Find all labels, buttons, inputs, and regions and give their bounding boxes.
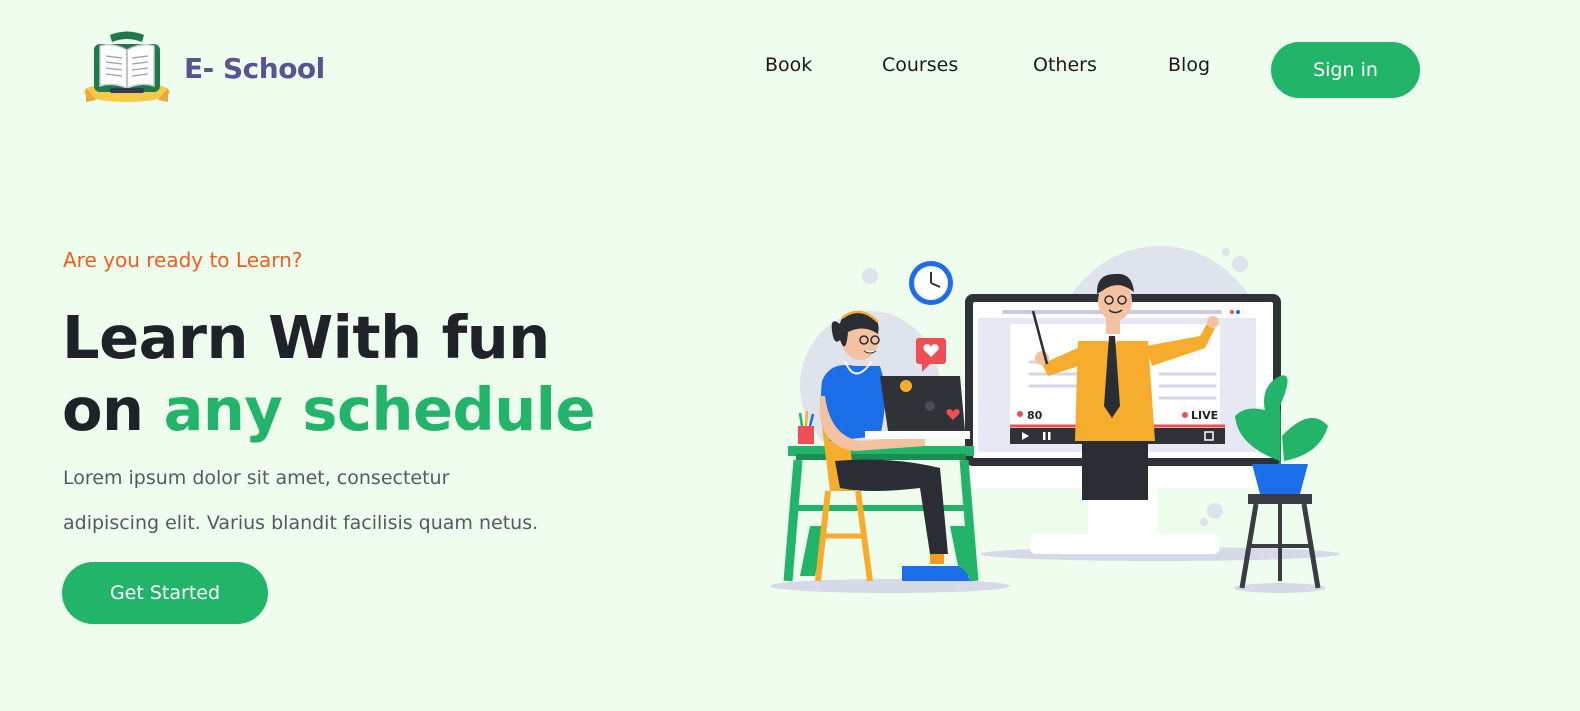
live-badge: LIVE <box>1191 409 1218 422</box>
sign-in-button[interactable]: Sign in <box>1271 42 1420 98</box>
description-line-2: adipiscing elit. Varius blandit facilisi… <box>63 512 539 534</box>
headline-line-1: Learn With fun <box>62 303 550 372</box>
get-started-button[interactable]: Get Started <box>62 562 268 624</box>
nav-link-others[interactable]: Others <box>1033 54 1097 76</box>
nav-link-blog[interactable]: Blog <box>1168 54 1210 76</box>
viewer-count: 80 <box>1027 409 1043 422</box>
headline-on: on <box>62 375 164 444</box>
nav-link-courses[interactable]: Courses <box>882 54 958 76</box>
clock-icon <box>909 261 953 305</box>
description-line-1: Lorem ipsum dolor sit amet, consectetur <box>63 467 450 489</box>
hero-headline: Learn With fun on any schedule <box>62 302 595 446</box>
nav-link-book[interactable]: Book <box>765 54 812 76</box>
headline-accent: any schedule <box>163 375 596 444</box>
hero-description: Lorem ipsum dolor sit amet, consectetur … <box>63 456 583 546</box>
hero-kicker: Are you ready to Learn? <box>63 248 303 272</box>
hero-illustration: 80 LIVE <box>770 246 1340 593</box>
